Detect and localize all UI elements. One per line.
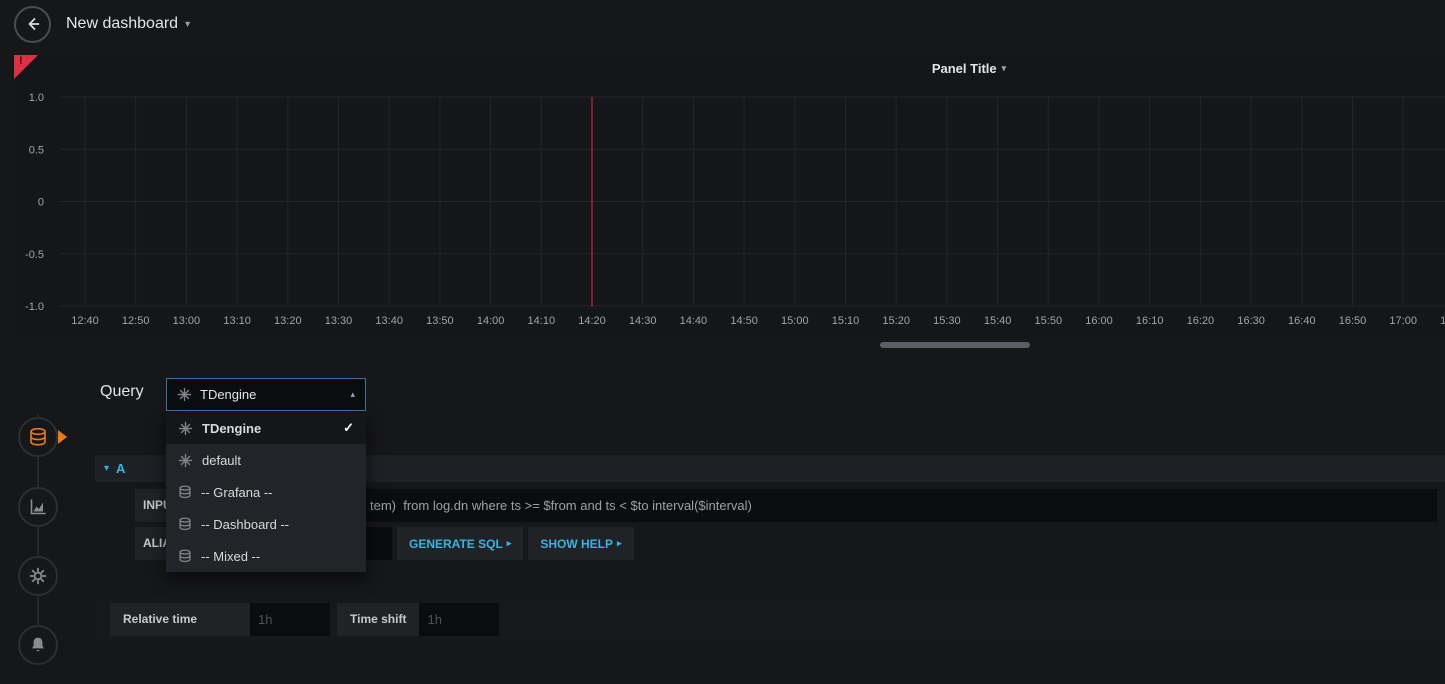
svg-text:14:50: 14:50	[730, 315, 758, 327]
time-series-chart: 1.0 0.5 0 -0.5 -1.0 12:40 12:50 13:00 13:10 13:20…	[14, 55, 1445, 338]
caret-right-icon: ▸	[507, 538, 512, 549]
svg-text:15:20: 15:20	[882, 315, 910, 327]
svg-text:16:50: 16:50	[1339, 315, 1367, 327]
svg-text:-0.5: -0.5	[25, 249, 44, 261]
query-ref-id: A	[116, 461, 125, 476]
svg-text:13:10: 13:10	[223, 315, 251, 327]
svg-text:0: 0	[38, 197, 44, 209]
database-icon	[28, 427, 48, 447]
time-shift-field[interactable]	[419, 603, 499, 636]
plugin-star-icon	[178, 421, 193, 436]
svg-text:12:50: 12:50	[122, 315, 150, 327]
svg-text:17:10: 17:10	[1440, 315, 1445, 327]
dropdown-item-grafana[interactable]: -- Grafana --	[166, 476, 366, 508]
svg-text:1.0: 1.0	[29, 92, 44, 104]
horizontal-scrollbar[interactable]	[880, 342, 1030, 348]
chevron-down-icon: ▾	[104, 463, 109, 474]
svg-text:13:30: 13:30	[325, 315, 353, 327]
show-help-label: SHOW HELP	[540, 537, 613, 551]
relative-time-label: Relative time	[110, 603, 250, 636]
database-icon	[178, 517, 192, 531]
top-navbar: New dashboard ▾	[0, 0, 1445, 48]
svg-text:0.5: 0.5	[29, 144, 44, 156]
tab-queries[interactable]	[18, 417, 58, 457]
query-section-label: Query	[100, 383, 144, 401]
arrow-left-icon	[25, 16, 41, 32]
grafana-dashboard-edit: { "colors": { "accent_orange": "#eb7b18"…	[0, 0, 1445, 684]
check-icon: ✓	[343, 420, 354, 436]
datasource-dropdown-menu: TDengine ✓ default -- Grafana -- -- Dash…	[166, 412, 366, 572]
svg-text:15:40: 15:40	[984, 315, 1012, 327]
chevron-down-icon[interactable]: ▾	[185, 19, 190, 30]
generate-sql-label: GENERATE SQL	[409, 537, 503, 551]
svg-text:14:20: 14:20	[578, 315, 606, 327]
svg-text:13:00: 13:00	[173, 315, 201, 327]
svg-text:16:20: 16:20	[1187, 315, 1215, 327]
svg-text:12:40: 12:40	[71, 315, 99, 327]
svg-text:14:00: 14:00	[477, 315, 505, 327]
svg-text:14:40: 14:40	[680, 315, 708, 327]
query-time-options: Relative time Time shift	[95, 595, 1445, 644]
error-exclamation-icon: !	[19, 55, 23, 67]
dropdown-item-default[interactable]: default	[166, 444, 366, 476]
tab-general[interactable]	[18, 556, 58, 596]
svg-text:13:50: 13:50	[426, 315, 454, 327]
svg-text:15:30: 15:30	[933, 315, 961, 327]
svg-text:16:10: 16:10	[1136, 315, 1164, 327]
datasource-selected-value: TDengine	[200, 387, 256, 402]
relative-time-field[interactable]	[250, 603, 330, 636]
dropdown-item-label: default	[202, 453, 241, 468]
dropdown-item-label: -- Grafana --	[201, 485, 273, 500]
active-tab-pointer-icon	[58, 430, 67, 444]
plugin-star-icon	[177, 387, 192, 402]
tab-visualization[interactable]	[18, 487, 58, 527]
svg-text:16:30: 16:30	[1237, 315, 1265, 327]
dashboard-title[interactable]: New dashboard	[66, 15, 178, 33]
dropdown-item-dashboard[interactable]: -- Dashboard --	[166, 508, 366, 540]
svg-text:15:50: 15:50	[1035, 315, 1063, 327]
datasource-select[interactable]: TDengine ▴	[166, 378, 366, 411]
show-help-button[interactable]: SHOW HELP ▸	[528, 527, 633, 560]
svg-text:16:00: 16:00	[1085, 315, 1113, 327]
dropdown-item-mixed[interactable]: -- Mixed --	[166, 540, 366, 572]
svg-text:16:40: 16:40	[1288, 315, 1316, 327]
graph-panel: ! Panel Title ▾ 1.00.50-0.5-1.012:4012:5…	[14, 55, 1445, 338]
input-sql-field[interactable]	[228, 489, 1437, 522]
dropdown-item-label: TDengine	[202, 421, 261, 436]
database-icon	[178, 485, 192, 499]
database-icon	[178, 549, 192, 563]
chevron-up-icon: ▴	[350, 389, 355, 400]
generate-sql-button[interactable]: GENERATE SQL ▸	[397, 527, 523, 560]
svg-text:14:30: 14:30	[629, 315, 657, 327]
svg-text:13:40: 13:40	[375, 315, 403, 327]
tab-alert[interactable]	[18, 625, 58, 665]
bell-icon	[28, 635, 48, 655]
svg-text:15:00: 15:00	[781, 315, 809, 327]
chart-icon	[28, 497, 48, 517]
svg-text:17:00: 17:00	[1389, 315, 1417, 327]
svg-text:15:10: 15:10	[832, 315, 860, 327]
svg-text:14:10: 14:10	[528, 315, 556, 327]
dropdown-item-tdengine[interactable]: TDengine ✓	[166, 412, 366, 444]
gear-icon	[28, 566, 48, 586]
plugin-star-icon	[178, 453, 193, 468]
svg-text:13:20: 13:20	[274, 315, 302, 327]
caret-right-icon: ▸	[617, 538, 622, 549]
dropdown-item-label: -- Mixed --	[201, 549, 260, 564]
dropdown-item-label: -- Dashboard --	[201, 517, 289, 532]
time-shift-label: Time shift	[337, 603, 419, 636]
back-button[interactable]	[14, 6, 51, 43]
svg-text:-1.0: -1.0	[25, 301, 44, 313]
